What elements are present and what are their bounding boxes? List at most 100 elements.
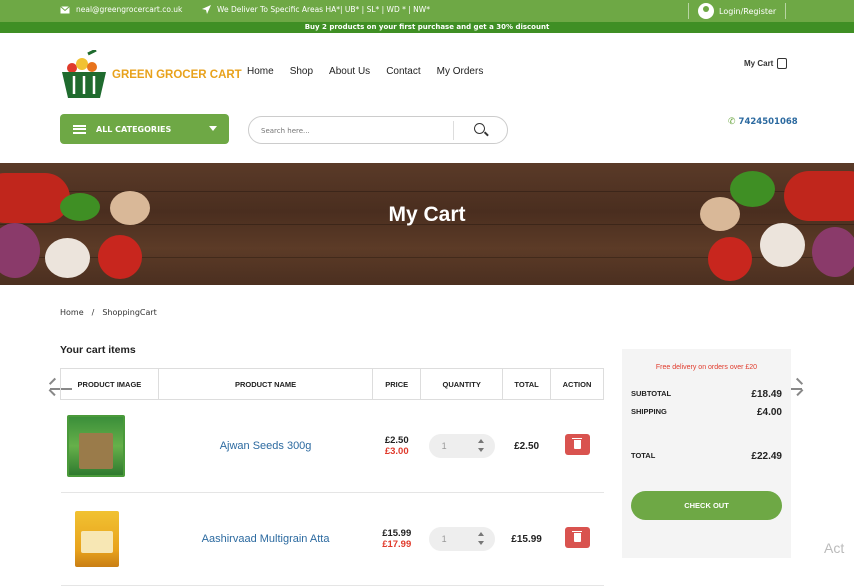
menu-icon — [73, 124, 86, 134]
garlic-graphic — [45, 238, 90, 278]
original-price: £3.00 — [384, 446, 409, 457]
total-row: TOTAL £22.49 — [631, 451, 782, 462]
nav-about-us[interactable]: About Us — [329, 66, 370, 77]
quantity-cell: 1 — [420, 492, 503, 586]
decrement-icon[interactable] — [477, 448, 484, 452]
subtotal-row: SUBTOTAL £18.49 — [631, 389, 782, 400]
breadcrumb-separator: / — [91, 308, 95, 317]
action-cell — [550, 492, 604, 586]
decrement-icon[interactable] — [477, 541, 484, 545]
trash-icon — [572, 437, 583, 449]
shopping-bag-icon — [777, 58, 788, 69]
divider — [785, 3, 786, 19]
email-contact[interactable]: neal@greengrocercart.co.uk — [60, 5, 182, 14]
tomato-graphic — [708, 237, 752, 281]
product-name-cell: Aashirvaad Multigrain Atta — [158, 492, 373, 586]
column-header: TOTAL — [502, 368, 552, 400]
nav-contact[interactable]: Contact — [386, 66, 420, 77]
quantity-stepper[interactable]: 1 — [428, 527, 495, 551]
line-total: £15.99 — [511, 533, 542, 545]
product-image-cell — [60, 399, 159, 493]
search-bar — [248, 116, 508, 144]
quantity-stepper[interactable]: 1 — [428, 434, 495, 458]
shipping-row: SHIPPING £4.00 — [631, 407, 782, 418]
table-row: Ajwan Seeds 300g £2.50 £3.00 1 £2.50 — [60, 399, 604, 493]
shipping-label: SHIPPING — [631, 407, 667, 416]
quantity-value: 1 — [441, 441, 447, 451]
top-bar: neal@greengrocercart.co.uk We Deliver To… — [0, 0, 854, 22]
activation-watermark: Act — [824, 540, 845, 556]
price-cell: £2.50 £3.00 — [372, 399, 421, 493]
nav-home[interactable]: Home — [247, 66, 274, 77]
basil-graphic — [730, 171, 775, 207]
increment-icon[interactable] — [477, 439, 484, 443]
delete-button[interactable] — [564, 527, 590, 548]
all-categories-dropdown[interactable]: ALL CATEGORIES — [60, 114, 229, 144]
line-total: £2.50 — [514, 440, 540, 452]
breadcrumb-home[interactable]: Home — [60, 308, 84, 317]
nav-shop[interactable]: Shop — [290, 66, 313, 77]
all-categories-label: ALL CATEGORIES — [96, 124, 172, 134]
cart-items-title: Your cart items — [60, 344, 136, 356]
product-image[interactable] — [66, 415, 125, 477]
main-nav: Home Shop About Us Contact My Orders — [247, 66, 483, 77]
total-cell: £2.50 — [502, 399, 551, 493]
current-price: £15.99 — [382, 528, 412, 539]
divider — [453, 121, 454, 140]
total-value: £22.49 — [751, 451, 782, 462]
column-header: PRICE — [372, 368, 422, 400]
price-cell: £15.99 £17.99 — [372, 492, 421, 586]
brand-name: GREEN GROCER CART — [112, 69, 242, 81]
cart-table-header: PRODUCT IMAGE PRODUCT NAME PRICE QUANTIT… — [60, 368, 604, 400]
subtotal-value: £18.49 — [751, 389, 782, 400]
increment-icon[interactable] — [477, 532, 484, 536]
original-price: £17.99 — [382, 539, 412, 550]
breadcrumb-current: ShoppingCart — [102, 308, 157, 317]
site-logo[interactable]: GREEN GROCER CART — [60, 50, 242, 100]
search-icon[interactable] — [474, 123, 485, 134]
product-name-link[interactable]: Ajwan Seeds 300g — [220, 440, 312, 452]
delivery-notice: We Deliver To Specific Areas HA*| UB* | … — [202, 5, 430, 14]
location-arrow-icon — [202, 5, 211, 14]
garlic-graphic — [760, 223, 805, 267]
breadcrumb: Home / ShoppingCart — [60, 308, 157, 317]
product-image-cell — [60, 492, 159, 586]
subtotal-label: SUBTOTAL — [631, 389, 672, 398]
onion-graphic — [0, 223, 40, 278]
delete-button[interactable] — [564, 434, 590, 455]
cart-table: PRODUCT IMAGE PRODUCT NAME PRICE QUANTIT… — [60, 368, 604, 586]
total-label: TOTAL — [631, 451, 656, 460]
column-header: PRODUCT IMAGE — [60, 368, 159, 400]
phone-contact[interactable]: ✆ 7424501068 — [728, 117, 798, 127]
hero-banner: My Cart — [0, 163, 854, 285]
quantity-cell: 1 — [420, 399, 503, 493]
basket-logo-icon — [62, 50, 106, 98]
product-name-link[interactable]: Aashirvaad Multigrain Atta — [202, 533, 330, 545]
checkout-button[interactable]: CHECK OUT — [631, 491, 782, 520]
shipping-value: £4.00 — [756, 407, 782, 418]
promo-banner: Buy 2 products on your first purchase an… — [0, 22, 854, 33]
trash-icon — [572, 530, 583, 542]
column-header: PRODUCT NAME — [157, 368, 374, 400]
nav-my-orders[interactable]: My Orders — [437, 66, 484, 77]
user-avatar-icon — [698, 3, 714, 19]
current-price: £2.50 — [384, 435, 409, 446]
tomato-graphic — [98, 235, 142, 279]
order-summary: Free delivery on orders over £20 SUBTOTA… — [622, 349, 791, 558]
my-cart-label: My Cart — [744, 59, 774, 68]
phone-number: 7424501068 — [738, 117, 798, 127]
free-delivery-note: Free delivery on orders over £20 — [655, 364, 758, 371]
login-text: Login/Register — [719, 6, 777, 16]
login-register-link[interactable]: Login/Register — [698, 3, 776, 19]
onion-graphic — [812, 227, 854, 277]
divider — [688, 3, 689, 19]
total-cell: £15.99 — [502, 492, 551, 586]
column-header: QUANTITY — [420, 368, 504, 400]
chevron-down-icon — [209, 126, 217, 131]
product-image[interactable] — [74, 511, 119, 567]
my-cart-link[interactable]: My Cart — [744, 58, 788, 69]
page-title: My Cart — [388, 203, 466, 226]
delivery-text: We Deliver To Specific Areas HA*| UB* | … — [217, 5, 430, 14]
search-input[interactable] — [261, 124, 441, 138]
action-cell — [550, 399, 604, 493]
